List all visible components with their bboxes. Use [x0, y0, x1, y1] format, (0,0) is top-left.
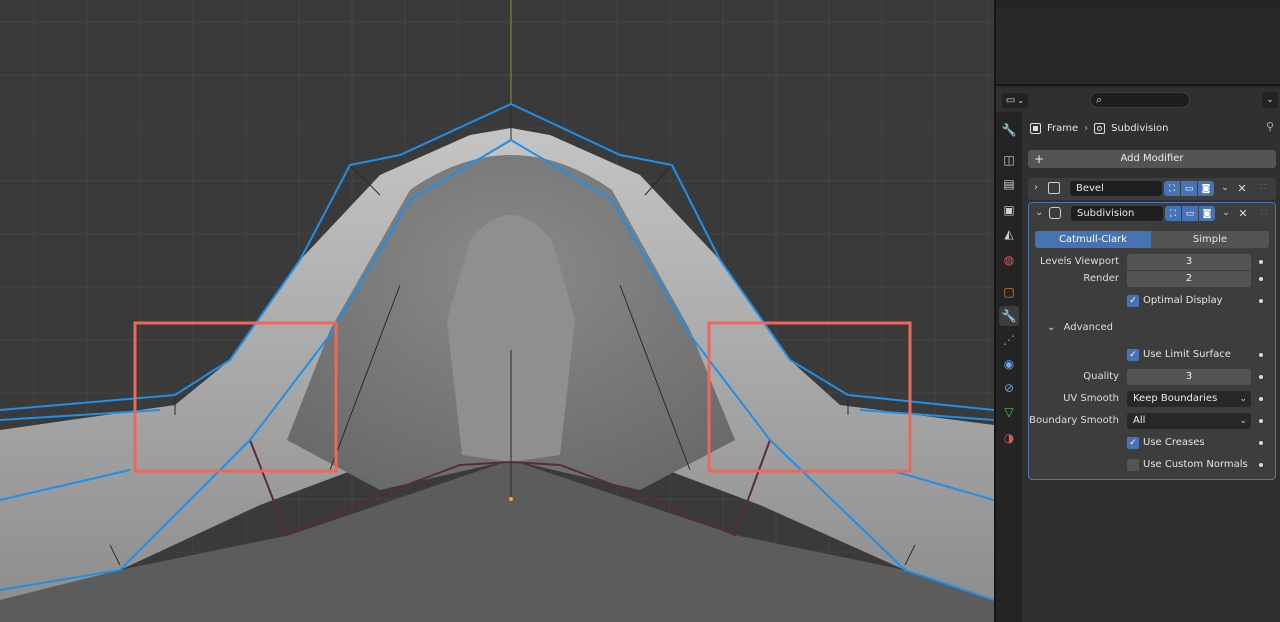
- search-input[interactable]: ⌕: [1090, 92, 1190, 108]
- boundary-smooth-value: All: [1133, 415, 1146, 426]
- bevel-icon: [1048, 182, 1060, 194]
- material-icon[interactable]: ◑: [999, 428, 1019, 448]
- keyframe-dot[interactable]: [1259, 397, 1263, 401]
- data-icon[interactable]: ▽: [999, 402, 1019, 422]
- object-icon: [1030, 122, 1041, 134]
- edit-mode-toggle-icon[interactable]: ⛶: [1165, 206, 1181, 221]
- 3d-viewport[interactable]: [0, 0, 994, 622]
- subdivision-icon: [1094, 122, 1106, 134]
- keyframe-dot[interactable]: [1259, 419, 1263, 423]
- advanced-label: Advanced: [1063, 322, 1113, 333]
- quality-field[interactable]: 3: [1127, 369, 1251, 385]
- use-custom-normals-checkbox[interactable]: [1127, 459, 1139, 471]
- chevron-down-icon: ⌄: [1239, 394, 1247, 404]
- subdivision-icon: [1049, 207, 1061, 219]
- chevron-down-icon[interactable]: ⌄: [1035, 207, 1043, 218]
- drag-handle-icon[interactable]: ∷: [1261, 207, 1267, 218]
- chevron-right-icon[interactable]: ›: [1034, 182, 1038, 193]
- outliner-header: [996, 0, 1280, 8]
- levels-viewport-field[interactable]: 3: [1127, 254, 1251, 270]
- chevron-down-icon[interactable]: ⌄: [1218, 181, 1232, 196]
- use-creases-checkbox[interactable]: ✓: [1127, 437, 1139, 449]
- keyframe-dot[interactable]: [1259, 277, 1263, 281]
- render-levels-field[interactable]: 2: [1127, 271, 1251, 287]
- keyframe-dot[interactable]: [1259, 299, 1263, 303]
- uv-smooth-select[interactable]: Keep Boundaries ⌄: [1127, 391, 1251, 407]
- levels-viewport-label: Levels Viewport: [1039, 256, 1119, 267]
- origin-point: [509, 497, 513, 501]
- use-limit-surface-checkbox[interactable]: ✓: [1127, 349, 1139, 361]
- modifier-header-subdivision[interactable]: ⌄ Subdivision ⛶ ▭ ◙ ⌄ ✕ ∷: [1029, 203, 1277, 225]
- boundary-smooth-label: Boundary Smooth: [1029, 415, 1119, 426]
- keyframe-dot[interactable]: [1259, 353, 1263, 357]
- outliner-area[interactable]: [996, 0, 1280, 86]
- uv-smooth-label: UV Smooth: [1063, 393, 1119, 404]
- use-custom-normals-label: Use Custom Normals: [1143, 459, 1248, 470]
- breadcrumb-modifier: Subdivision: [1111, 122, 1169, 134]
- breadcrumb: Frame › Subdivision: [1030, 120, 1274, 136]
- optimal-display-checkbox[interactable]: ✓: [1127, 295, 1139, 307]
- search-icon: ⌕: [1096, 93, 1103, 106]
- options-dropdown[interactable]: ⌄: [1262, 92, 1278, 108]
- chevron-down-icon: ⌄: [1266, 95, 1274, 105]
- breadcrumb-object: Frame: [1047, 122, 1079, 134]
- use-limit-surface-label: Use Limit Surface: [1143, 349, 1231, 360]
- keyframe-dot[interactable]: [1259, 441, 1263, 445]
- modifier-name-field[interactable]: Bevel: [1070, 181, 1162, 196]
- chevron-right-icon: ›: [1084, 122, 1089, 134]
- chevron-down-icon: ⌄: [1047, 322, 1056, 333]
- output-icon[interactable]: ▤: [999, 174, 1019, 194]
- advanced-subpanel-header[interactable]: ⌄ Advanced: [1047, 322, 1113, 333]
- pin-icon[interactable]: ⚲: [1266, 120, 1274, 133]
- render-levels-label: Render: [1083, 273, 1119, 284]
- catmull-clark-button[interactable]: Catmull-Clark: [1035, 231, 1151, 248]
- properties-tabs: 🔧 ◫ ▤ ▣ ◭ ◍ ▢ 🔧 ⋰ ◉ ⊘ ▽ ◑: [996, 112, 1022, 622]
- modifier-name-field[interactable]: Subdivision: [1071, 206, 1163, 221]
- object-icon[interactable]: ▢: [999, 282, 1019, 302]
- quality-label: Quality: [1083, 371, 1119, 382]
- simple-button[interactable]: Simple: [1151, 231, 1269, 248]
- add-modifier-button[interactable]: + Add Modifier: [1028, 150, 1276, 168]
- modifier-header-bevel[interactable]: › Bevel ⛶ ▭ ◙ ⌄ ✕ ∷: [1028, 178, 1276, 200]
- right-panel: ▭ ⌄ ⌕ ⌄ 🔧 ◫ ▤ ▣ ◭ ◍ ▢ 🔧 ⋰ ◉ ⊘ ▽ ◑ Frame › Subdivision…: [996, 0, 1280, 622]
- physics-icon[interactable]: ◉: [999, 354, 1019, 374]
- properties-header: ▭ ⌄ ⌕ ⌄: [996, 88, 1280, 112]
- keyframe-dot[interactable]: [1259, 260, 1263, 264]
- modifier-panel-bevel: › Bevel ⛶ ▭ ◙ ⌄ ✕ ∷: [1028, 178, 1276, 200]
- close-icon[interactable]: ✕: [1236, 206, 1250, 221]
- constraints-icon[interactable]: ⊘: [999, 378, 1019, 398]
- modifier-panel-subdivision: ⌄ Subdivision ⛶ ▭ ◙ ⌄ ✕ ∷ Catmull-Clark …: [1028, 202, 1276, 480]
- boundary-smooth-select[interactable]: All ⌄: [1127, 413, 1251, 429]
- chevron-down-icon[interactable]: ⌄: [1219, 206, 1233, 221]
- viewport-toggle-icon[interactable]: ▭: [1181, 181, 1197, 196]
- plus-icon: +: [1034, 152, 1045, 166]
- drag-handle-icon[interactable]: ∷: [1260, 182, 1266, 193]
- render-toggle-icon[interactable]: ◙: [1198, 181, 1214, 196]
- editor-type-button[interactable]: ▭ ⌄: [1002, 93, 1028, 108]
- properties-editor-icon: ▭: [1005, 95, 1016, 106]
- use-creases-label: Use Creases: [1143, 437, 1205, 448]
- close-icon[interactable]: ✕: [1235, 181, 1249, 196]
- modifier-icon[interactable]: 🔧: [999, 306, 1019, 326]
- keyframe-dot[interactable]: [1259, 463, 1263, 467]
- view-layer-icon[interactable]: ▣: [999, 200, 1019, 220]
- viewport-canvas[interactable]: [0, 0, 994, 622]
- render-toggle-icon[interactable]: ◙: [1199, 206, 1215, 221]
- render-icon[interactable]: ◫: [999, 150, 1019, 170]
- chevron-down-icon: ⌄: [1017, 96, 1025, 105]
- world-icon[interactable]: ◍: [999, 250, 1019, 270]
- chevron-down-icon: ⌄: [1239, 416, 1247, 426]
- scene-icon[interactable]: ◭: [999, 224, 1019, 244]
- optimal-display-label: Optimal Display: [1143, 295, 1223, 306]
- particles-icon[interactable]: ⋰: [999, 330, 1019, 350]
- tool-icon[interactable]: 🔧: [999, 120, 1019, 140]
- add-modifier-label: Add Modifier: [1120, 153, 1184, 164]
- properties-content: Frame › Subdivision ⚲ + Add Modifier › B…: [1022, 112, 1280, 622]
- keyframe-dot[interactable]: [1259, 375, 1263, 379]
- uv-smooth-value: Keep Boundaries: [1133, 393, 1218, 404]
- edit-mode-toggle-icon[interactable]: ⛶: [1164, 181, 1180, 196]
- viewport-toggle-icon[interactable]: ▭: [1182, 206, 1198, 221]
